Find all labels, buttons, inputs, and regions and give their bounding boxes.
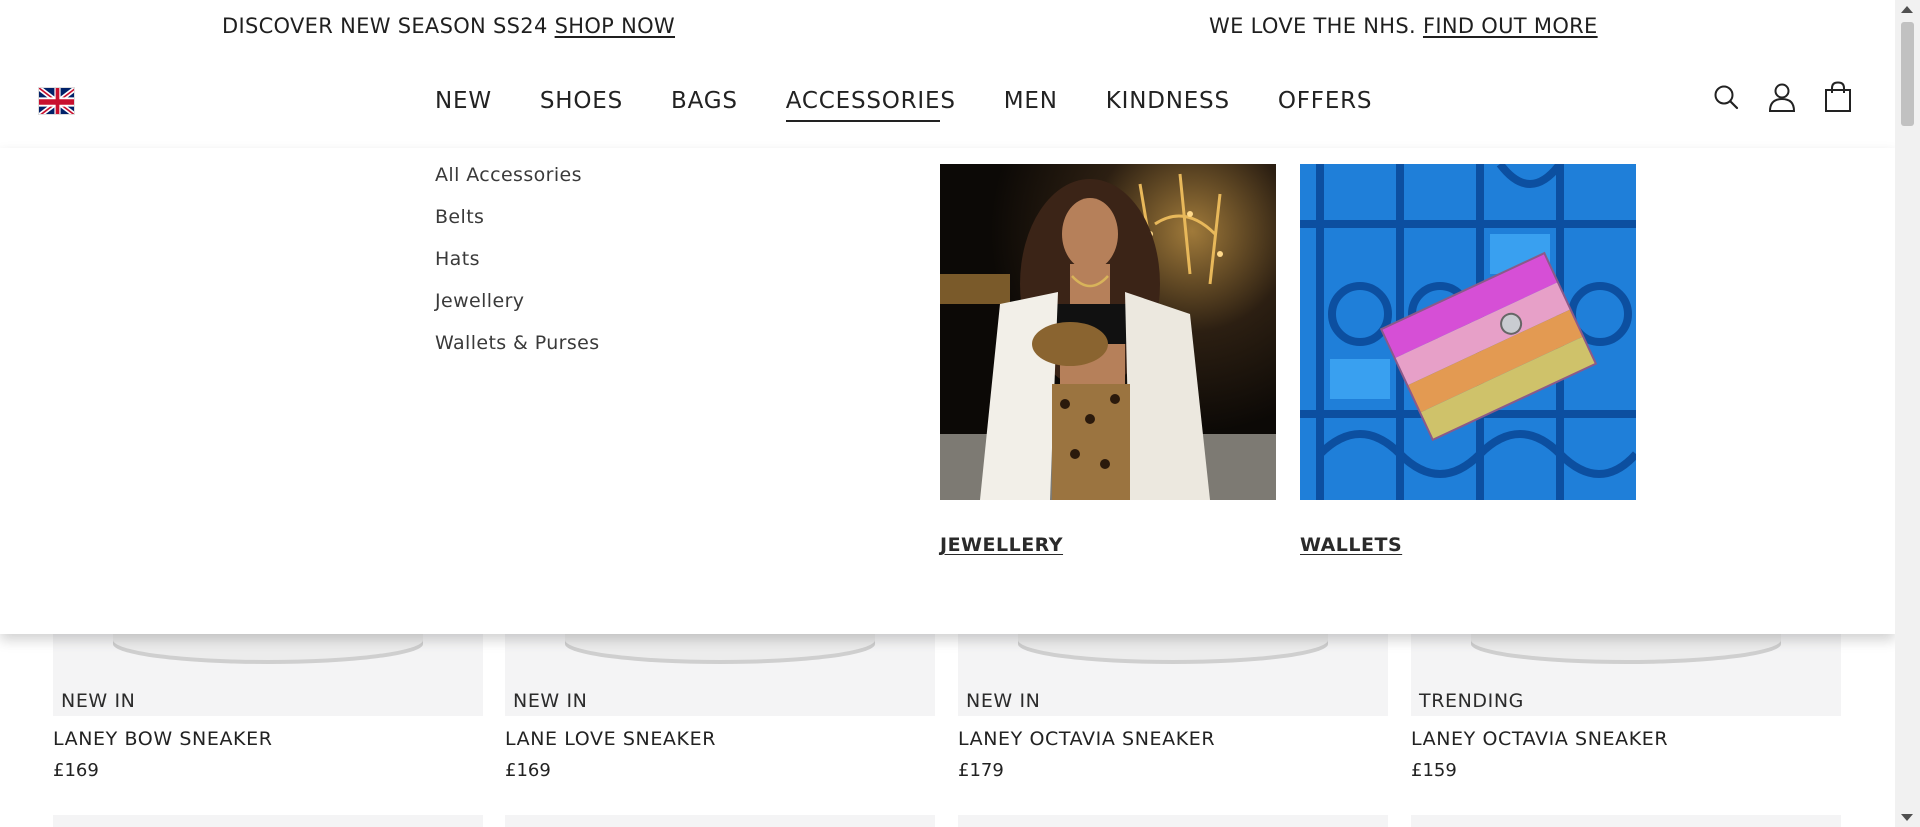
product-image-next-row[interactable] <box>505 815 935 827</box>
menu-link-belts[interactable]: Belts <box>435 206 600 248</box>
announcement-bar: DISCOVER NEW SEASON SS24 SHOP NOW WE LOV… <box>0 0 1895 52</box>
scroll-down-arrow[interactable] <box>1901 814 1913 821</box>
product-badge: NEW IN <box>513 690 588 712</box>
page-scrollbar[interactable] <box>1895 0 1920 827</box>
nav-bags[interactable]: BAGS <box>671 88 738 122</box>
product-name[interactable]: LANE LOVE SNEAKER <box>505 728 716 750</box>
product-name[interactable]: LANEY OCTAVIA SNEAKER <box>958 728 1215 750</box>
product-badge: NEW IN <box>966 690 1041 712</box>
promo-nhs-text: WE LOVE THE NHS. <box>1209 14 1416 38</box>
product-price: £169 <box>505 760 551 781</box>
account-icon[interactable] <box>1766 80 1798 114</box>
scroll-thumb[interactable] <box>1901 22 1914 126</box>
product-image-next-row[interactable] <box>958 815 1388 827</box>
product-badge: TRENDING <box>1419 690 1524 712</box>
wallets-image[interactable] <box>1300 164 1636 500</box>
product-image-next-row[interactable] <box>1411 815 1841 827</box>
product-badge: NEW IN <box>61 690 136 712</box>
jewellery-tile[interactable]: JEWELLERY <box>940 164 1276 556</box>
find-out-more-link[interactable]: FIND OUT MORE <box>1423 14 1598 38</box>
nav-new[interactable]: NEW <box>435 88 492 122</box>
jewellery-link[interactable]: JEWELLERY <box>940 534 1276 556</box>
promo-season: DISCOVER NEW SEASON SS24 SHOP NOW <box>222 14 675 38</box>
wallets-tile[interactable]: WALLETS <box>1300 164 1636 556</box>
nav-offers[interactable]: OFFERS <box>1278 88 1372 122</box>
site-header: NEW SHOES BAGS ACCESSORIES MEN KINDNESS … <box>0 52 1895 148</box>
product-price: £169 <box>53 760 99 781</box>
accessories-links: All Accessories Belts Hats Jewellery Wal… <box>435 164 600 374</box>
promo-season-text: DISCOVER NEW SEASON SS24 <box>222 14 548 38</box>
menu-link-jewellery[interactable]: Jewellery <box>435 290 600 332</box>
nav-shoes[interactable]: SHOES <box>540 88 623 122</box>
nav-kindness[interactable]: KINDNESS <box>1106 88 1230 122</box>
product-price: £159 <box>1411 760 1457 781</box>
product-image-next-row[interactable] <box>53 815 483 827</box>
product-name[interactable]: LANEY OCTAVIA SNEAKER <box>1411 728 1668 750</box>
shop-now-link[interactable]: SHOP NOW <box>555 14 675 38</box>
scroll-up-arrow[interactable] <box>1901 6 1913 13</box>
menu-link-all-accessories[interactable]: All Accessories <box>435 164 600 206</box>
promo-nhs: WE LOVE THE NHS. FIND OUT MORE <box>1209 14 1598 38</box>
header-actions <box>1710 80 1854 114</box>
nav-accessories[interactable]: ACCESSORIES <box>785 88 956 122</box>
wallets-link[interactable]: WALLETS <box>1300 534 1636 556</box>
bag-icon[interactable] <box>1822 80 1854 114</box>
uk-flag-icon[interactable] <box>38 87 75 115</box>
product-name[interactable]: LANEY BOW SNEAKER <box>53 728 273 750</box>
product-price: £179 <box>958 760 1004 781</box>
menu-link-wallets-purses[interactable]: Wallets & Purses <box>435 332 600 374</box>
jewellery-image[interactable] <box>940 164 1276 500</box>
accessories-mega-menu: All Accessories Belts Hats Jewellery Wal… <box>0 148 1895 634</box>
menu-link-hats[interactable]: Hats <box>435 248 600 290</box>
search-icon[interactable] <box>1710 80 1742 114</box>
nav-men[interactable]: MEN <box>1004 88 1058 122</box>
main-nav: NEW SHOES BAGS ACCESSORIES MEN KINDNESS … <box>435 88 1420 122</box>
